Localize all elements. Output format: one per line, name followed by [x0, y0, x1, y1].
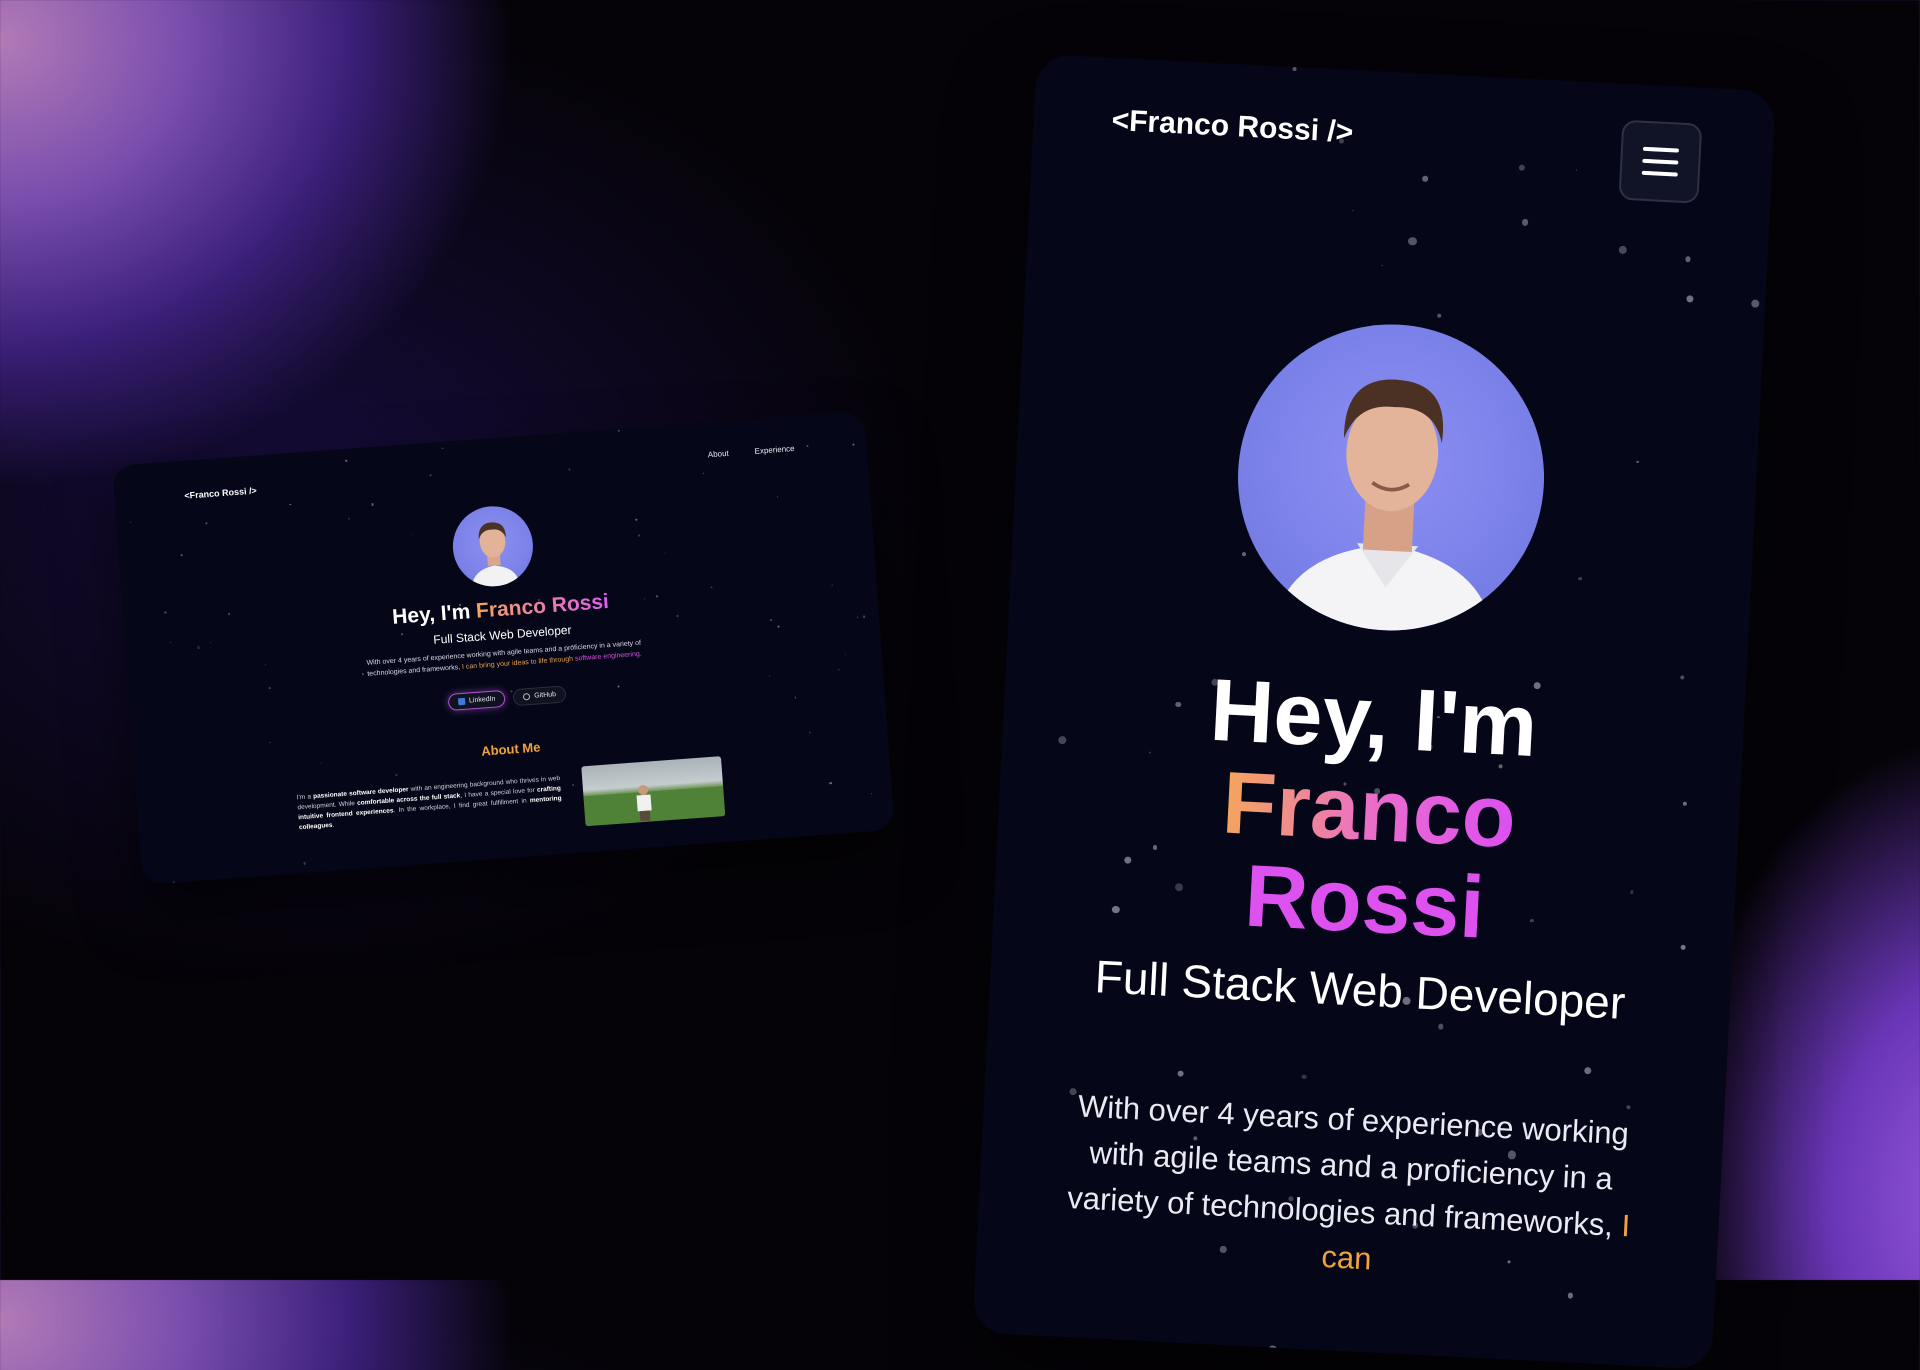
star — [1626, 1104, 1632, 1110]
star — [863, 615, 866, 619]
star — [794, 696, 796, 699]
star — [303, 862, 306, 865]
linkedin-icon — [457, 697, 466, 706]
star — [1437, 1024, 1444, 1030]
star — [777, 625, 780, 628]
linkedin-label: LinkedIn — [468, 695, 496, 705]
star — [345, 460, 347, 462]
star — [1521, 219, 1528, 226]
star — [1751, 299, 1760, 308]
avatar — [450, 503, 536, 590]
star — [1567, 1292, 1574, 1299]
about-text: . — [332, 821, 335, 829]
star — [348, 518, 350, 520]
star — [1437, 313, 1442, 318]
star — [1575, 169, 1577, 171]
star — [129, 522, 132, 524]
site-logo[interactable]: <Franco Rossi /> — [1111, 104, 1354, 150]
about-photo — [581, 756, 726, 827]
star — [1268, 1344, 1277, 1353]
linkedin-button[interactable]: LinkedIn — [447, 689, 507, 711]
star — [635, 518, 638, 521]
profile-photo — [471, 522, 520, 588]
star — [164, 611, 167, 614]
star — [268, 687, 271, 689]
star — [395, 773, 398, 776]
star — [1686, 294, 1694, 303]
menu-line — [1642, 158, 1679, 165]
github-label: GitHub — [534, 691, 557, 700]
star — [442, 447, 444, 450]
star — [205, 522, 208, 525]
nav-about[interactable]: About — [708, 449, 730, 460]
star — [805, 444, 809, 448]
star — [411, 534, 414, 536]
hero-greeting: Hey, I'm — [391, 599, 477, 629]
star — [1680, 674, 1685, 680]
field-photo — [583, 784, 726, 827]
star — [1352, 209, 1354, 211]
star — [227, 612, 231, 616]
star — [371, 503, 374, 506]
desktop-preview: <Franco Rossi /> About Experience Hey, I… — [112, 410, 895, 885]
star — [1584, 1066, 1592, 1075]
profile-photo — [1273, 379, 1494, 636]
star — [429, 474, 432, 477]
star — [264, 663, 267, 666]
mobile-preview: <Franco Rossi /> Hey, I'm Franco Rossi F… — [972, 54, 1777, 1370]
menu-line — [1641, 170, 1678, 177]
avatar — [1230, 316, 1552, 638]
hero-name: Franco Rossi — [475, 590, 610, 623]
github-icon — [523, 692, 531, 701]
star — [197, 646, 200, 649]
star — [844, 653, 846, 656]
star — [180, 553, 183, 556]
star — [567, 468, 571, 471]
hamburger-menu-icon[interactable] — [1618, 119, 1703, 204]
github-button[interactable]: GitHub — [512, 685, 567, 707]
star — [1684, 256, 1691, 262]
star — [776, 496, 778, 498]
star — [1618, 245, 1628, 255]
star — [664, 552, 667, 554]
menu-line — [1642, 146, 1680, 153]
star — [1578, 576, 1583, 581]
star — [1382, 264, 1384, 266]
site-logo[interactable]: <Franco Rossi /> — [184, 485, 257, 500]
star — [617, 429, 620, 432]
star — [1301, 1074, 1307, 1080]
star — [1422, 175, 1429, 183]
star — [1408, 236, 1417, 246]
star — [289, 503, 292, 506]
hero-heading: Hey, I'm Franco Rossi — [993, 653, 1746, 966]
star — [870, 793, 873, 795]
star — [829, 782, 832, 785]
star — [1292, 66, 1297, 72]
star — [857, 616, 859, 618]
intro-highlight-pink: software engineering. — [574, 650, 643, 663]
about-paragraph: I'm a passionate software developer with… — [296, 774, 562, 833]
star — [572, 784, 574, 786]
star — [1177, 1070, 1184, 1078]
desktop-star-field — [112, 411, 873, 884]
intro-text: With over 4 years of experience working … — [1066, 1088, 1630, 1244]
hero-intro: With over 4 years of experience working … — [1046, 1082, 1655, 1296]
about-text: I'm a — [296, 793, 314, 802]
star — [172, 881, 175, 884]
desktop-nav: About Experience — [708, 444, 795, 459]
star — [1636, 460, 1639, 463]
star — [702, 472, 704, 474]
nav-experience[interactable]: Experience — [754, 444, 795, 456]
star — [361, 673, 365, 676]
star — [638, 534, 641, 537]
star — [1518, 164, 1525, 171]
star — [269, 741, 272, 744]
mobile-star-field — [1037, 54, 1776, 1353]
star — [852, 444, 855, 446]
